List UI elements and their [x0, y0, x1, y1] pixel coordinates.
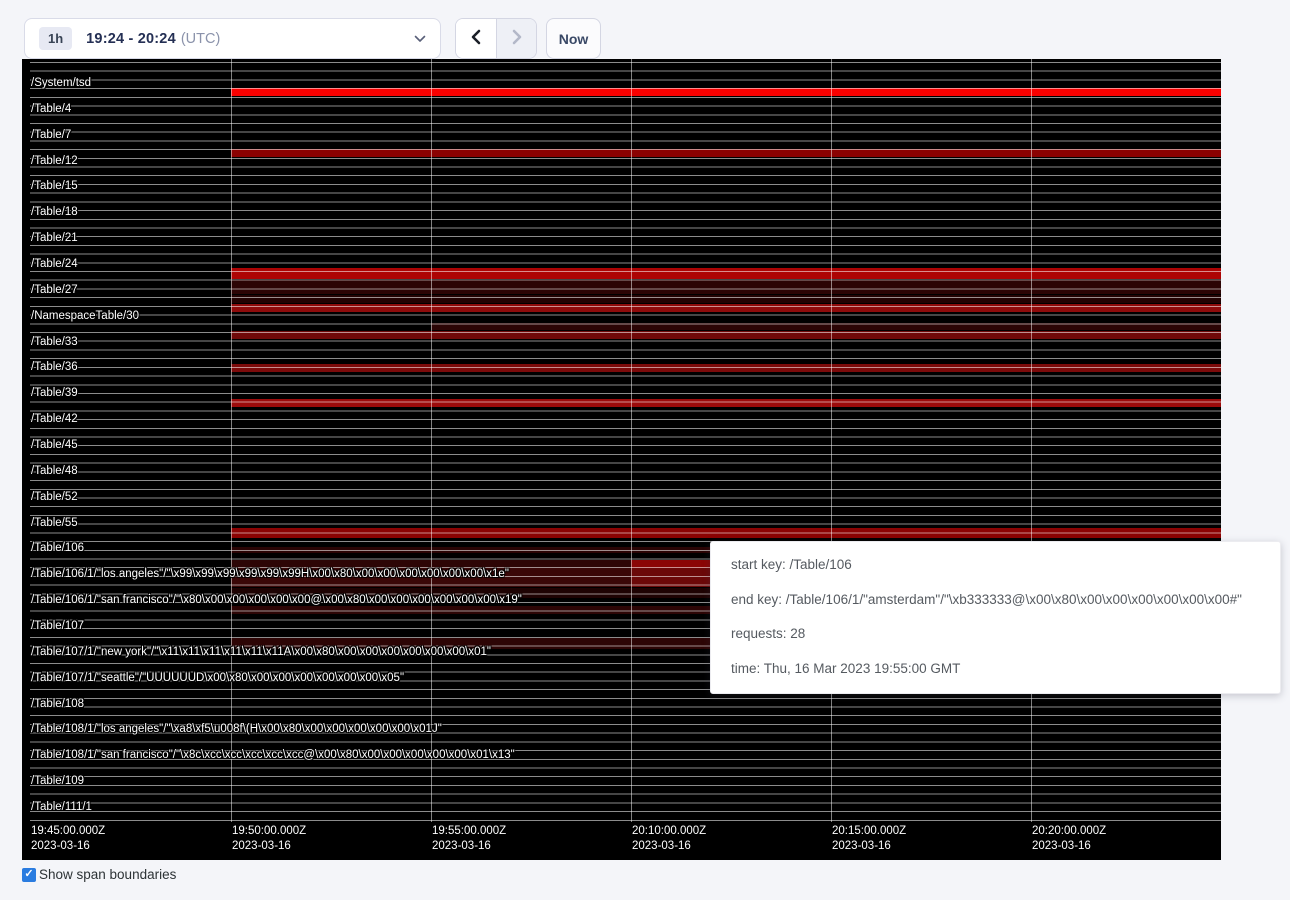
row-label: /Table/7: [31, 128, 71, 142]
row-label: /Table/24: [31, 257, 78, 271]
x-axis-tick-time: 19:45:00.000Z: [31, 824, 105, 839]
bucket-tooltip: start key: /Table/106 end key: /Table/10…: [710, 541, 1281, 694]
check-icon: ✓: [24, 869, 33, 880]
x-axis-tick-date: 2023-03-16: [432, 839, 506, 854]
key-visualizer-canvas[interactable]: /System/tsd/Table/4/Table/7/Table/12/Tab…: [22, 59, 1221, 860]
row-label: /Table/108: [31, 697, 84, 711]
next-interval-button[interactable]: [496, 19, 536, 58]
x-axis-tick: 19:55:00.000Z2023-03-16: [432, 824, 506, 854]
x-axis-tick: 20:10:00.000Z2023-03-16: [632, 824, 706, 854]
row-label: /Table/108/1/"san francisco"/"\x8c\xcc\x…: [31, 748, 515, 762]
x-axis-tick: 19:50:00.000Z2023-03-16: [232, 824, 306, 854]
chevron-right-icon: [511, 29, 523, 48]
time-boundary-line: [231, 59, 232, 822]
heatmap-band: [231, 268, 1221, 279]
row-label: /Table/107: [31, 619, 84, 633]
row-label: /Table/108/1/"los angeles"/"\xa8\xf5\u00…: [31, 722, 442, 736]
row-label: /Table/42: [31, 412, 78, 426]
row-label: /Table/4: [31, 102, 71, 116]
x-axis-tick-time: 20:10:00.000Z: [632, 824, 706, 839]
row-label: /Table/18: [31, 205, 78, 219]
row-label: /Table/12: [31, 154, 78, 168]
row-label: /System/tsd: [31, 76, 91, 90]
x-axis-tick-time: 19:50:00.000Z: [232, 824, 306, 839]
row-label: /Table/21: [31, 231, 78, 245]
heatmap-band: [231, 295, 1221, 303]
x-axis-tick-date: 2023-03-16: [832, 839, 906, 854]
row-label: /Table/106: [31, 541, 84, 555]
chevron-down-icon: [414, 35, 426, 43]
heatmap-band: [231, 280, 1221, 294]
row-label: /Table/48: [31, 464, 78, 478]
x-axis-tick-time: 20:15:00.000Z: [832, 824, 906, 839]
row-label: /Table/36: [31, 360, 78, 374]
x-axis-tick: 19:45:00.000Z2023-03-16: [31, 824, 105, 854]
row-label: /Table/107/1/"new york"/"\x11\x11\x11\x1…: [31, 645, 491, 659]
time-boundary-line: [1031, 59, 1032, 822]
heatmap-band: [231, 88, 1221, 96]
row-label: /Table/52: [31, 490, 78, 504]
time-window-badge: 1h: [39, 27, 72, 50]
row-label: /Table/15: [31, 179, 78, 193]
heatmap-band: [231, 528, 1221, 538]
footer: ✓ Show span boundaries: [22, 867, 176, 882]
show-span-boundaries-checkbox[interactable]: ✓: [22, 868, 36, 882]
span-boundary-lines: [30, 62, 1221, 822]
heatmap-band: [231, 364, 1221, 372]
x-axis-tick: 20:20:00.000Z2023-03-16: [1032, 824, 1106, 854]
row-label: /NamespaceTable/30: [31, 309, 139, 323]
heatmap-band: [231, 149, 1221, 157]
row-label: /Table/39: [31, 386, 78, 400]
row-label: /Table/106/1/"san francisco"/"\x80\x00\x…: [31, 593, 522, 607]
time-boundary-line: [631, 59, 632, 822]
tooltip-requests: requests: 28: [731, 617, 1260, 652]
x-axis-tick-time: 19:55:00.000Z: [432, 824, 506, 839]
time-range-selector[interactable]: 1h 19:24 - 20:24 (UTC): [24, 18, 441, 59]
heatmap-band: [231, 399, 1221, 407]
now-button[interactable]: Now: [546, 18, 601, 59]
heatmap-band: [431, 323, 1221, 330]
x-axis-tick-date: 2023-03-16: [31, 839, 105, 854]
toolbar: 1h 19:24 - 20:24 (UTC) Now: [0, 0, 1290, 59]
row-label: /Table/106/1/"los angeles"/"\x99\x99\x99…: [31, 567, 509, 581]
tooltip-start-key: start key: /Table/106: [731, 548, 1260, 583]
row-label: /Table/111/1: [31, 800, 92, 814]
tooltip-time: time: Thu, 16 Mar 2023 19:55:00 GMT: [731, 652, 1260, 687]
prev-interval-button[interactable]: [456, 19, 496, 58]
x-axis-tick-date: 2023-03-16: [232, 839, 306, 854]
row-label: /Table/33: [31, 335, 78, 349]
row-label: /Table/109: [31, 774, 84, 788]
tooltip-end-key: end key: /Table/106/1/"amsterdam"/"\xb33…: [731, 583, 1260, 618]
time-boundary-line: [431, 59, 432, 822]
row-label: /Table/107/1/"seattle"/"UUUUUUD\x00\x80\…: [31, 671, 404, 685]
x-axis-tick: 20:15:00.000Z2023-03-16: [832, 824, 906, 854]
timezone-label: (UTC): [181, 31, 220, 47]
time-nav-group: [455, 18, 537, 59]
x-axis-tick-date: 2023-03-16: [1032, 839, 1106, 854]
chevron-left-icon: [470, 29, 482, 48]
x-axis-tick-date: 2023-03-16: [632, 839, 706, 854]
time-range-label: 19:24 - 20:24: [86, 31, 176, 47]
heatmap-band: [231, 331, 1221, 339]
row-label: /Table/45: [31, 438, 78, 452]
row-label: /Table/27: [31, 283, 78, 297]
heatmap-band: [231, 304, 1221, 312]
x-axis-tick-time: 20:20:00.000Z: [1032, 824, 1106, 839]
show-span-boundaries-label: Show span boundaries: [39, 867, 176, 882]
row-label: /Table/55: [31, 516, 78, 530]
time-boundary-line: [831, 59, 832, 822]
